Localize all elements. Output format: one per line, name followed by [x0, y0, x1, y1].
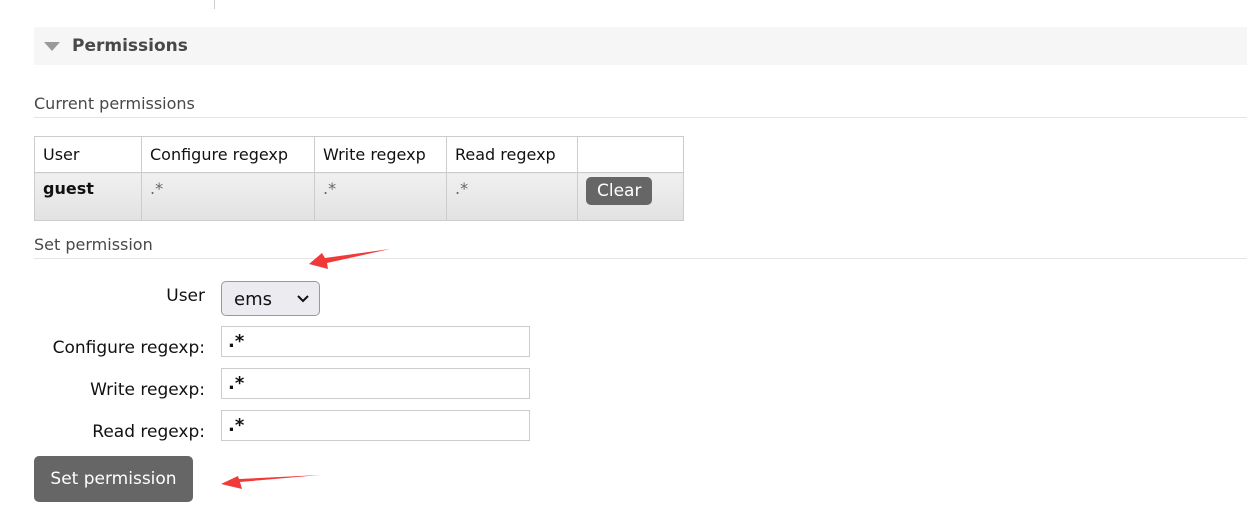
annotation-arrow-icon — [309, 249, 390, 269]
configure-cell: .* — [141, 172, 315, 221]
table-row: guest .* .* .* Clear — [34, 172, 684, 221]
read-label: Read regexp: — [92, 422, 205, 442]
set-permission-button[interactable]: Set permission — [34, 456, 193, 502]
user-select-value: ems — [234, 289, 272, 310]
column-header: Read regexp — [446, 136, 578, 173]
write-regexp-input[interactable] — [221, 368, 530, 399]
configure-label: Configure regexp: — [52, 338, 205, 358]
column-header: Write regexp — [314, 136, 447, 173]
triangle-down-icon[interactable] — [44, 42, 60, 51]
divider — [34, 117, 1247, 118]
set-permission-heading: Set permission — [34, 235, 153, 254]
user-label: User — [166, 286, 205, 306]
divider — [34, 258, 1247, 259]
action-cell: Clear — [577, 172, 684, 221]
configure-regexp-input[interactable] — [221, 326, 530, 357]
table-header-row: User Configure regexp Write regexp Read … — [34, 136, 684, 173]
section-title[interactable]: Permissions — [72, 36, 188, 56]
column-header — [577, 136, 684, 173]
column-header: Configure regexp — [141, 136, 315, 173]
user-cell: guest — [34, 172, 142, 221]
write-cell: .* — [314, 172, 447, 221]
column-header: User — [34, 136, 142, 173]
current-permissions-heading: Current permissions — [34, 94, 195, 113]
annotation-arrow-icon — [221, 475, 320, 489]
write-label: Write regexp: — [90, 380, 205, 400]
read-regexp-input[interactable] — [221, 410, 530, 441]
chevron-down-icon — [297, 295, 309, 303]
user-select[interactable]: ems — [221, 281, 320, 316]
permissions-section-header[interactable] — [34, 27, 1247, 65]
divider — [214, 0, 215, 9]
clear-button[interactable]: Clear — [586, 177, 653, 205]
permissions-table: User Configure regexp Write regexp Read … — [34, 136, 684, 221]
read-cell: .* — [446, 172, 578, 221]
